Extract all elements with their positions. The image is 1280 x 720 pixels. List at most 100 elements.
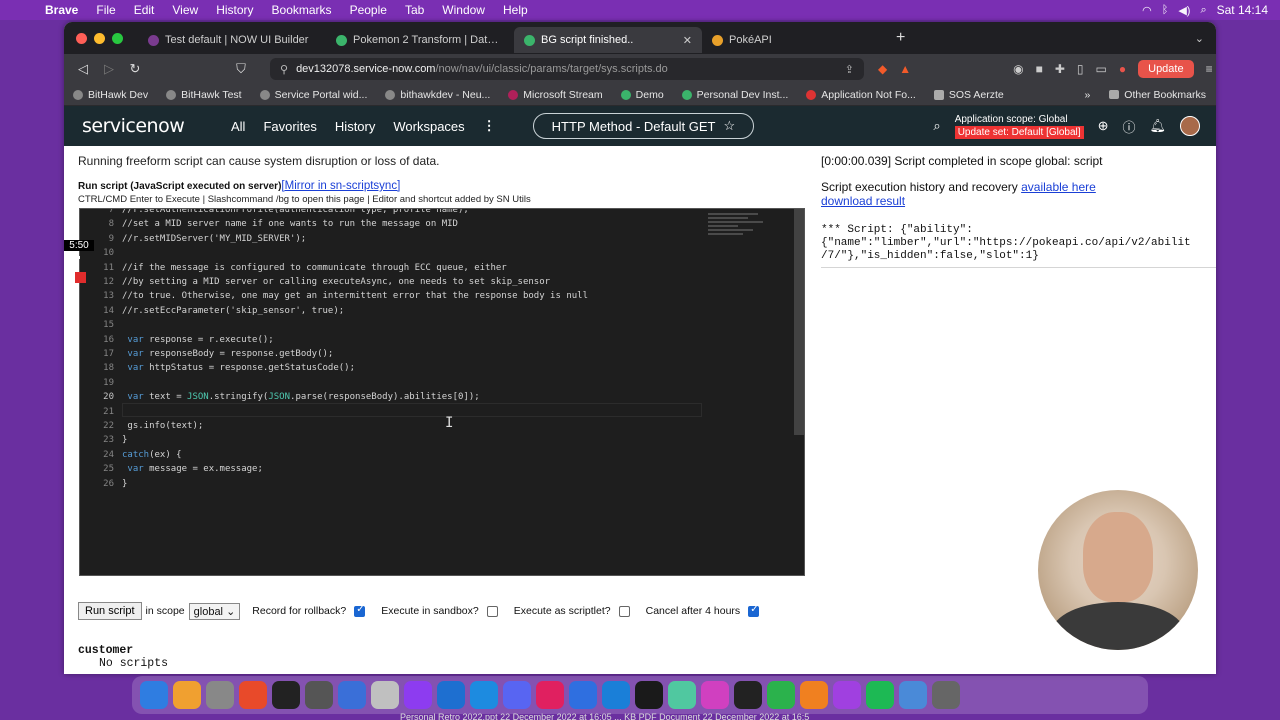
tab-data-broker[interactable]: Pokemon 2 Transform | Data Broker — [326, 27, 514, 53]
extensions-puzzle-icon[interactable]: ✚ — [1055, 62, 1065, 76]
dock-app-icon[interactable] — [734, 681, 762, 709]
dock-app-icon[interactable] — [866, 681, 894, 709]
menu-edit[interactable]: Edit — [125, 3, 164, 17]
volume-icon[interactable]: ◀) — [1178, 4, 1190, 17]
nav-workspaces[interactable]: Workspaces — [384, 119, 473, 134]
code-line[interactable]: 14 //r.setEccParameter('skip_sensor', tru… — [80, 304, 710, 318]
tab-pokeapi[interactable]: PokéAPI — [702, 27, 890, 53]
extension-icon[interactable]: ■ — [1036, 62, 1043, 76]
menu-bookmarks[interactable]: Bookmarks — [263, 3, 341, 17]
star-icon[interactable]: ☆ — [723, 118, 735, 134]
code-line[interactable]: 17 var responseBody = response.getBody()… — [80, 347, 710, 361]
code-line[interactable]: 25 var message = ex.message; — [80, 462, 710, 476]
dock-app-icon[interactable] — [833, 681, 861, 709]
more-bookmarks-icon[interactable]: » — [1084, 89, 1090, 101]
menu-history[interactable]: History — [207, 3, 262, 17]
download-result-link[interactable]: download result — [821, 194, 905, 208]
run-script-button[interactable]: Run script — [78, 602, 142, 620]
share-icon[interactable]: ⇪ — [845, 63, 854, 76]
tab-bg-script[interactable]: BG script finished.. ✕ — [514, 27, 702, 53]
url-field[interactable]: ⚲ dev132078.service-now.com/now/nav/ui/c… — [270, 58, 864, 80]
menu-view[interactable]: View — [163, 3, 207, 17]
code-line[interactable]: 22 gs.info(text); — [80, 419, 710, 433]
search-icon[interactable]: ⌕ — [1200, 4, 1206, 17]
update-button[interactable]: Update — [1138, 60, 1194, 78]
editor-scrollbar[interactable] — [794, 209, 804, 435]
dock-app-icon[interactable] — [701, 681, 729, 709]
dock-app-icon[interactable] — [767, 681, 795, 709]
bookmark-item[interactable]: SOS Aerzte — [925, 89, 1013, 101]
dock-app-icon[interactable] — [239, 681, 267, 709]
code-line[interactable]: 11 //if the message is configured to comm… — [80, 261, 710, 275]
rollback-checkbox[interactable] — [354, 604, 366, 617]
menu-people[interactable]: People — [341, 3, 396, 17]
dock-app-icon[interactable] — [899, 681, 927, 709]
help-icon[interactable]: ⓘ — [1122, 117, 1135, 136]
maximize-window-button[interactable] — [112, 32, 123, 44]
code-line[interactable]: 16 var response = r.execute(); — [80, 333, 710, 347]
menu-app-name[interactable]: Brave — [36, 3, 87, 17]
code-line[interactable]: 9//r.setMIDServer('MY_MID_SERVER'); — [80, 232, 710, 246]
menu-icon[interactable]: ≡ — [1206, 62, 1213, 76]
bookmark-item[interactable]: BitHawk Test — [157, 89, 251, 101]
reload-icon[interactable]: ↻ — [122, 61, 148, 77]
close-tab-icon[interactable]: ✕ — [683, 34, 692, 47]
close-window-button[interactable] — [76, 32, 87, 44]
menubar-clock[interactable]: Sat 14:14 — [1217, 3, 1268, 17]
menu-file[interactable]: File — [87, 3, 124, 17]
bluetooth-icon[interactable]: ᛒ — [1162, 4, 1169, 16]
code-line[interactable]: 21 — [80, 405, 710, 419]
record-title-pill[interactable]: HTTP Method - Default GET ☆ — [532, 113, 755, 139]
nav-more-icon[interactable]: ⋮ — [474, 118, 505, 134]
cancel-after-checkbox[interactable] — [748, 604, 760, 617]
dock-app-icon[interactable] — [173, 681, 201, 709]
dock-app-icon[interactable] — [635, 681, 663, 709]
bookmark-item[interactable]: bithawkdev - Neu... — [376, 89, 499, 101]
code-line[interactable]: 24 catch(ex) { — [80, 448, 710, 462]
code-line[interactable]: 8 //set a MID server name if one wants to… — [80, 217, 710, 231]
code-line[interactable]: 7 //r.setAuthenticationProfile(authentica… — [80, 209, 710, 217]
bookmark-icon[interactable]: ⛉ — [228, 61, 254, 77]
servicenow-logo[interactable]: servicenow — [64, 115, 222, 137]
code-line[interactable]: 13 //to true. Otherwise, one may get an i… — [80, 289, 710, 303]
dock-app-icon[interactable] — [536, 681, 564, 709]
dock-app-icon[interactable] — [404, 681, 432, 709]
code-line[interactable]: 23} — [80, 433, 710, 447]
mirror-scriptsync-link[interactable]: [Mirror in sn-scriptsync] — [281, 180, 400, 192]
brave-shields-icon[interactable]: ◆ — [878, 62, 887, 76]
new-tab-button[interactable]: + — [896, 29, 905, 47]
back-icon[interactable]: ◁ — [70, 61, 96, 77]
code-line[interactable]: 18 var httpStatus = response.getStatusCo… — [80, 361, 710, 375]
bookmark-item[interactable]: BitHawk Dev — [64, 89, 157, 101]
dock-app-icon[interactable] — [305, 681, 333, 709]
dock-app-icon[interactable] — [470, 681, 498, 709]
scope-indicator[interactable]: Application scope: Global Update set: De… — [954, 113, 1084, 139]
tab-ui-builder[interactable]: Test default | NOW UI Builder — [138, 27, 326, 53]
dock-app-icon[interactable] — [800, 681, 828, 709]
script-editor[interactable]: 7 //r.setAuthenticationProfile(authentica… — [79, 208, 805, 576]
code-line[interactable]: 20 var text = JSON.stringify(JSON.parse(… — [80, 390, 710, 404]
wifi-icon[interactable]: ◠ — [1142, 4, 1152, 17]
notifications-icon[interactable]: 🔔︎ — [1149, 118, 1166, 134]
bookmark-item[interactable]: Microsoft Stream — [499, 89, 611, 101]
dock-app-icon[interactable] — [668, 681, 696, 709]
avatar[interactable] — [1180, 116, 1200, 136]
profile-icon[interactable]: ● — [1119, 62, 1126, 76]
dock-app-icon[interactable] — [272, 681, 300, 709]
dock-app-icon[interactable] — [602, 681, 630, 709]
code-line[interactable]: 12 //by setting a MID server or calling e… — [80, 275, 710, 289]
brave-rewards-icon[interactable]: ▲ — [899, 62, 911, 76]
code-line[interactable]: 19 — [80, 376, 710, 390]
bookmark-item[interactable]: Service Portal wid... — [251, 89, 377, 101]
history-link[interactable]: available here — [1021, 180, 1096, 194]
menu-window[interactable]: Window — [433, 3, 494, 17]
dock-app-icon[interactable] — [932, 681, 960, 709]
other-bookmarks[interactable]: » Other Bookmarks — [1084, 89, 1216, 101]
code-line[interactable]: 10 — [80, 246, 710, 260]
minimize-window-button[interactable] — [94, 32, 105, 44]
bookmark-item[interactable]: Personal Dev Inst... — [673, 89, 798, 101]
dock-app-icon[interactable] — [569, 681, 597, 709]
globe-icon[interactable]: ⊕ — [1098, 118, 1109, 134]
nav-favorites[interactable]: Favorites — [254, 119, 325, 134]
nav-all[interactable]: All — [222, 119, 254, 134]
